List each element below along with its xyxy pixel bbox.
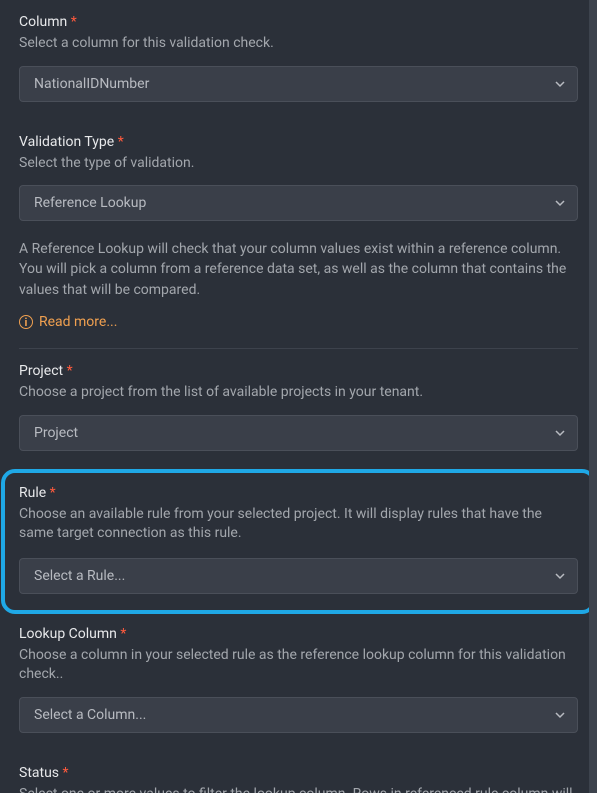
chevron-down-icon bbox=[555, 571, 565, 581]
label-text: Column bbox=[19, 14, 67, 30]
field-rule-highlight: Rule * Choose an available rule from you… bbox=[1, 469, 596, 614]
chevron-down-icon bbox=[555, 79, 565, 89]
lookup-column-label: Lookup Column * bbox=[19, 620, 578, 642]
required-asterisk: * bbox=[63, 765, 69, 781]
field-column: Column * Select a column for this valida… bbox=[19, 0, 578, 102]
chevron-down-icon bbox=[555, 710, 565, 720]
column-select-value: NationalIDNumber bbox=[34, 76, 149, 92]
read-more-label: Read more... bbox=[39, 314, 117, 330]
label-text: Rule bbox=[19, 485, 46, 501]
project-select-value: Project bbox=[34, 425, 78, 441]
reference-lookup-text: A Reference Lookup will check that your … bbox=[19, 239, 578, 300]
chevron-down-icon bbox=[555, 428, 565, 438]
status-help: Select one or more values to filter the … bbox=[19, 785, 578, 793]
validation-type-select[interactable]: Reference Lookup bbox=[19, 185, 578, 221]
rule-select[interactable]: Select a Rule... bbox=[19, 558, 578, 594]
field-lookup-column: Lookup Column * Choose a column in your … bbox=[19, 620, 578, 733]
column-select[interactable]: NationalIDNumber bbox=[19, 66, 578, 102]
column-help: Select a column for this validation chec… bbox=[19, 34, 578, 54]
lookup-column-help: Choose a column in your selected rule as… bbox=[19, 646, 578, 685]
rule-help: Choose an available rule from your selec… bbox=[19, 505, 578, 544]
label-text: Lookup Column bbox=[19, 626, 117, 642]
validation-type-help: Select the type of validation. bbox=[19, 154, 578, 174]
read-more-link[interactable]: i Read more... bbox=[19, 314, 117, 330]
project-label: Project * bbox=[19, 349, 578, 379]
label-text: Validation Type bbox=[19, 134, 114, 150]
column-label: Column * bbox=[19, 0, 578, 30]
project-help: Choose a project from the list of availa… bbox=[19, 383, 578, 403]
lookup-column-select-placeholder: Select a Column... bbox=[34, 707, 146, 723]
lookup-column-select[interactable]: Select a Column... bbox=[19, 697, 578, 733]
field-validation-type: Validation Type * Select the type of val… bbox=[19, 120, 578, 222]
form-page: Column * Select a column for this valida… bbox=[0, 0, 597, 793]
required-asterisk: * bbox=[120, 626, 126, 642]
field-status: Status * Select one or more values to fi… bbox=[19, 751, 578, 793]
status-label: Status * bbox=[19, 751, 578, 781]
required-asterisk: * bbox=[71, 14, 77, 30]
info-icon: i bbox=[19, 315, 33, 329]
field-project: Project * Choose a project from the list… bbox=[19, 349, 578, 451]
project-select[interactable]: Project bbox=[19, 415, 578, 451]
required-asterisk: * bbox=[50, 485, 56, 501]
validation-type-select-value: Reference Lookup bbox=[34, 195, 146, 211]
required-asterisk: * bbox=[118, 134, 124, 150]
scrollbar[interactable] bbox=[589, 0, 597, 793]
chevron-down-icon bbox=[555, 198, 565, 208]
rule-select-placeholder: Select a Rule... bbox=[34, 568, 125, 584]
validation-type-label: Validation Type * bbox=[19, 120, 578, 150]
required-asterisk: * bbox=[67, 363, 73, 379]
rule-label: Rule * bbox=[19, 483, 578, 501]
reference-lookup-info: A Reference Lookup will check that your … bbox=[19, 239, 578, 349]
label-text: Project bbox=[19, 363, 63, 379]
label-text: Status bbox=[19, 765, 59, 781]
